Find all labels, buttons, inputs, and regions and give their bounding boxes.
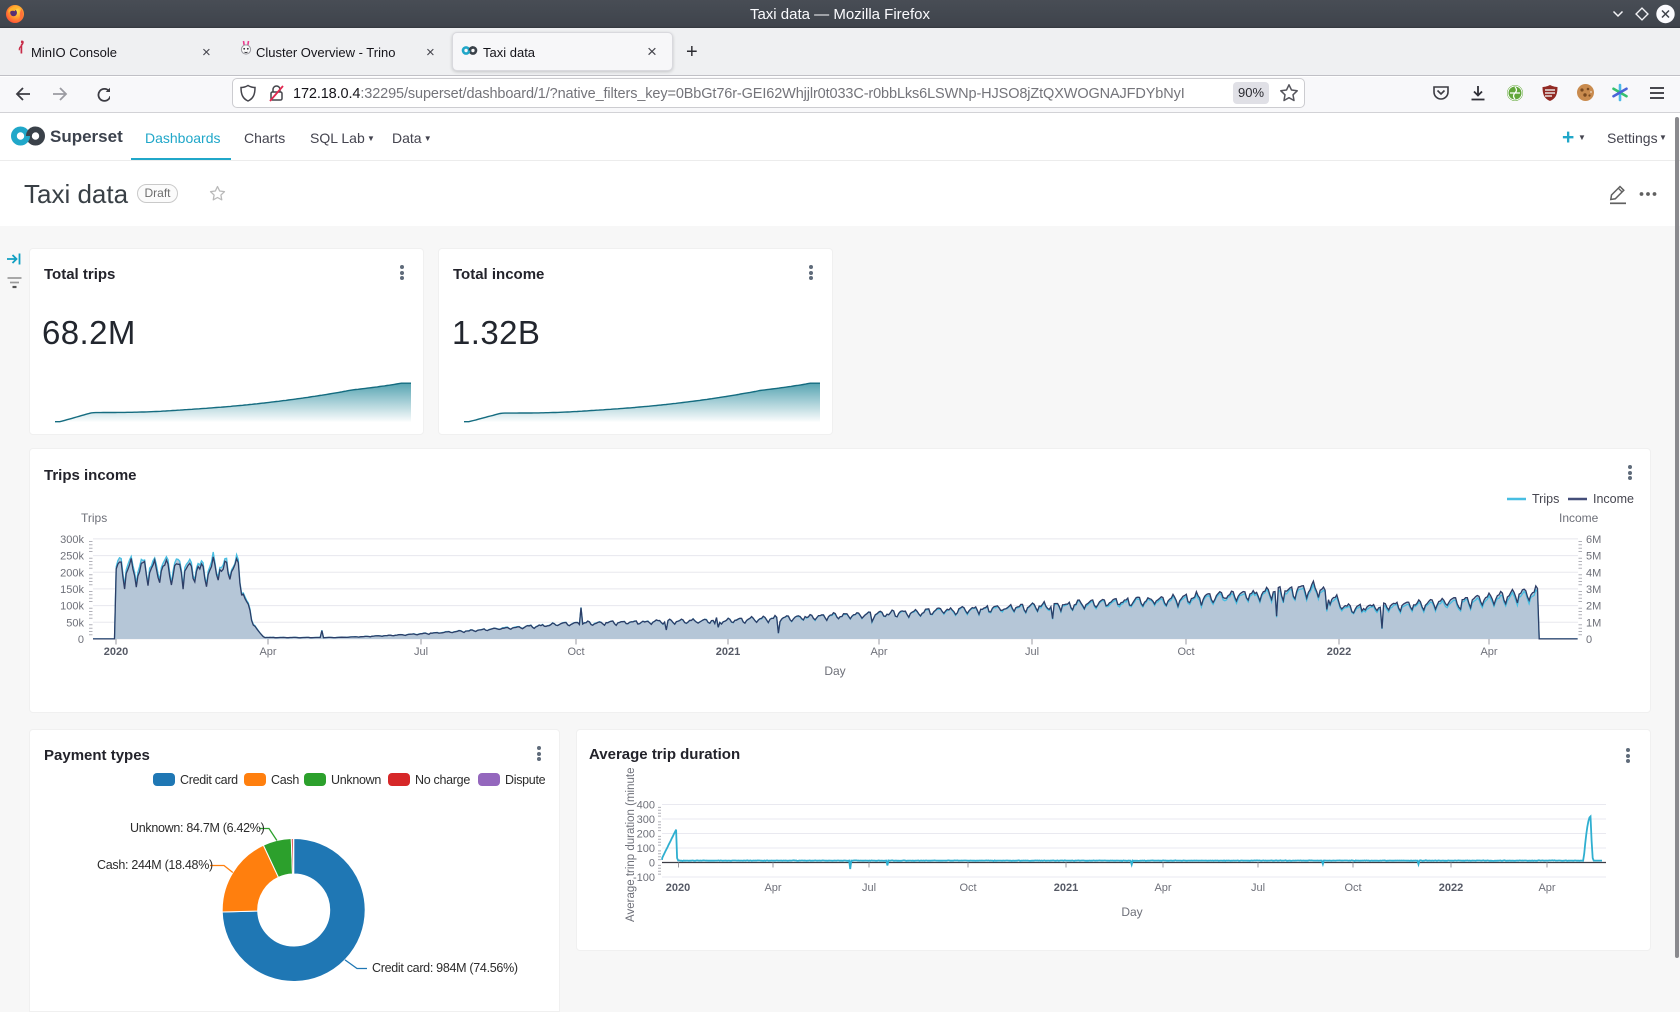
svg-text:2020: 2020	[666, 882, 690, 894]
svg-text:4M: 4M	[1586, 567, 1601, 579]
svg-text:2020: 2020	[104, 646, 128, 658]
svg-text:Jul: Jul	[1251, 882, 1265, 894]
svg-text:0: 0	[649, 858, 655, 870]
svg-text:Day: Day	[1121, 905, 1142, 919]
svg-text:2022: 2022	[1439, 882, 1463, 894]
svg-text:5M: 5M	[1586, 551, 1601, 563]
svg-text:Income: Income	[1593, 492, 1634, 506]
svg-text:Oct: Oct	[567, 646, 584, 658]
svg-text:2022: 2022	[1327, 646, 1351, 658]
svg-text:300: 300	[637, 814, 655, 826]
svg-text:Oct: Oct	[959, 882, 976, 894]
svg-text:Oct: Oct	[1344, 882, 1361, 894]
svg-text:0: 0	[1586, 634, 1592, 646]
svg-text:Trips: Trips	[81, 511, 107, 525]
svg-text:200: 200	[637, 829, 655, 841]
svg-text:1M: 1M	[1586, 617, 1601, 629]
svg-text:0: 0	[78, 634, 84, 646]
svg-text:6M: 6M	[1586, 534, 1601, 546]
svg-text:Jul: Jul	[1025, 646, 1039, 658]
svg-text:Apr: Apr	[764, 882, 781, 894]
svg-text:Day: Day	[824, 664, 845, 678]
svg-text:Apr: Apr	[1538, 882, 1555, 894]
svg-text:2021: 2021	[716, 646, 740, 658]
svg-text:Income: Income	[1559, 511, 1599, 525]
svg-text:100k: 100k	[60, 601, 84, 613]
svg-text:400: 400	[637, 800, 655, 812]
svg-text:3M: 3M	[1586, 584, 1601, 596]
svg-text:Apr: Apr	[1154, 882, 1171, 894]
svg-text:50k: 50k	[66, 617, 84, 629]
svg-text:2021: 2021	[1054, 882, 1078, 894]
svg-text:Jul: Jul	[414, 646, 428, 658]
svg-text:Jul: Jul	[862, 882, 876, 894]
svg-text:Trips: Trips	[1532, 492, 1559, 506]
svg-text:200k: 200k	[60, 567, 84, 579]
svg-text:250k: 250k	[60, 551, 84, 563]
svg-text:Apr: Apr	[870, 646, 887, 658]
svg-text:Average trinp duration (minute: Average trinp duration (minute	[625, 768, 637, 923]
svg-text:Apr: Apr	[1480, 646, 1497, 658]
svg-text:150k: 150k	[60, 584, 84, 596]
svg-text:300k: 300k	[60, 534, 84, 546]
svg-text:Apr: Apr	[259, 646, 276, 658]
svg-text:Oct: Oct	[1177, 646, 1194, 658]
svg-text:100: 100	[637, 843, 655, 855]
svg-text:2M: 2M	[1586, 601, 1601, 613]
